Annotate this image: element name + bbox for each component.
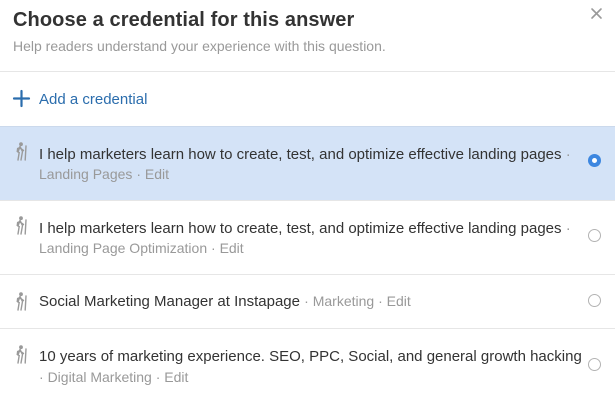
credential-option[interactable]: I help marketers learn how to create, te… [0,126,615,200]
radio-unselected[interactable] [588,358,601,371]
credential-option[interactable]: 10 years of marketing experience. SEO, P… [0,328,615,398]
credential-topic: Landing Pages [39,166,133,182]
credential-option[interactable]: Social Marketing Manager at Instapage · … [0,274,615,328]
hiker-icon [16,142,27,161]
credential-topic: Digital Marketing [47,369,152,385]
edit-credential-link[interactable]: Edit [387,293,411,309]
dialog-title: Choose a credential for this answer [13,9,355,31]
credential-text: I help marketers learn how to create, te… [39,220,571,237]
hiker-icon [16,292,27,311]
credential-meta: Landing Pages · Edit [39,166,169,182]
add-credential-button[interactable]: Add a credential [0,73,615,126]
credential-topic: Marketing [312,293,375,309]
close-icon [591,8,602,19]
edit-credential-link[interactable]: Edit [164,369,188,385]
credential-meta: · Digital Marketing · Edit [39,369,189,385]
radio-unselected[interactable] [588,294,601,307]
credential-meta: Landing Page Optimization · Edit [39,240,244,256]
edit-credential-link[interactable]: Edit [145,166,169,182]
hiker-icon [16,216,27,235]
credential-text: I help marketers learn how to create, te… [39,146,571,163]
credential-text: Social Marketing Manager at Instapage · … [39,293,411,310]
dialog-subtitle: Help readers understand your experience … [13,38,386,54]
credential-option[interactable]: I help marketers learn how to create, te… [0,200,615,274]
edit-credential-link[interactable]: Edit [220,240,244,256]
credential-dialog: Choose a credential for this answer Help… [0,0,615,398]
close-button[interactable] [586,4,608,26]
hiker-icon [16,345,27,364]
radio-unselected[interactable] [588,229,601,242]
add-credential-label: Add a credential [39,91,148,108]
radio-selected[interactable] [588,154,601,167]
credential-topic: Landing Page Optimization [39,240,208,256]
credential-text: 10 years of marketing experience. SEO, P… [39,348,582,365]
plus-icon [12,89,31,108]
dialog-header: Choose a credential for this answer Help… [0,0,615,72]
